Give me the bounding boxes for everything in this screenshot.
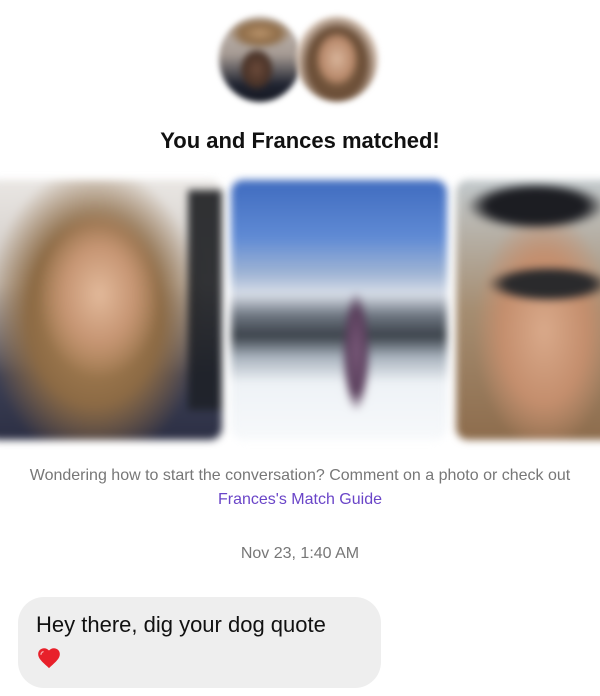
photo-carousel[interactable] <box>0 180 600 442</box>
message-text: Hey there, dig your dog quote <box>36 612 326 637</box>
user-avatar[interactable] <box>219 16 301 102</box>
conversation-prompt: Wondering how to start the conversation?… <box>0 464 600 512</box>
match-guide-link[interactable]: Frances's Match Guide <box>218 491 382 508</box>
match-avatar[interactable] <box>296 16 378 102</box>
match-photo-1[interactable] <box>0 180 222 440</box>
message-bubble[interactable]: Hey there, dig your dog quote <box>18 597 381 688</box>
match-photo-2[interactable] <box>231 180 447 440</box>
red-heart-icon <box>36 645 62 671</box>
message-timestamp: Nov 23, 1:40 AM <box>240 545 360 562</box>
match-avatars <box>0 16 600 104</box>
match-screen: You and Frances matched! Wondering how t… <box>0 0 600 696</box>
match-photo-3[interactable] <box>456 180 600 440</box>
prompt-text: Wondering how to start the conversation?… <box>29 467 571 484</box>
match-title: You and Frances matched! <box>160 128 440 153</box>
